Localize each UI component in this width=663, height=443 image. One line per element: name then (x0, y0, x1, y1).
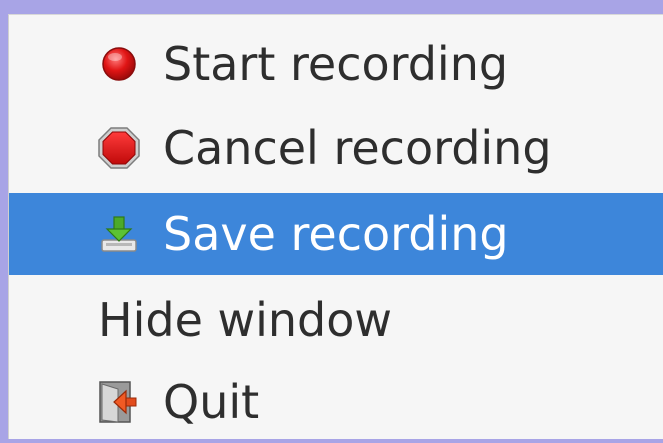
menu-item-save-recording[interactable]: Save recording (9, 193, 663, 275)
tray-context-menu: Start recording Cancel recording Save re… (8, 14, 663, 439)
stop-icon (95, 124, 143, 172)
menu-item-label: Hide window (98, 293, 393, 347)
menu-item-quit[interactable]: Quit (9, 361, 663, 443)
record-icon (95, 40, 143, 88)
menu-item-label: Cancel recording (163, 121, 552, 175)
menu-item-hide-window[interactable]: Hide window (9, 279, 663, 361)
menu-item-label: Save recording (163, 207, 509, 261)
menu-item-label: Quit (163, 375, 260, 429)
menu-item-label: Start recording (163, 37, 509, 91)
desktop-background: Start recording Cancel recording Save re… (0, 0, 663, 439)
exit-door-icon (95, 378, 143, 426)
menu-item-cancel-recording[interactable]: Cancel recording (9, 107, 663, 189)
menu-item-start-recording[interactable]: Start recording (9, 23, 663, 105)
save-download-icon (95, 210, 143, 258)
